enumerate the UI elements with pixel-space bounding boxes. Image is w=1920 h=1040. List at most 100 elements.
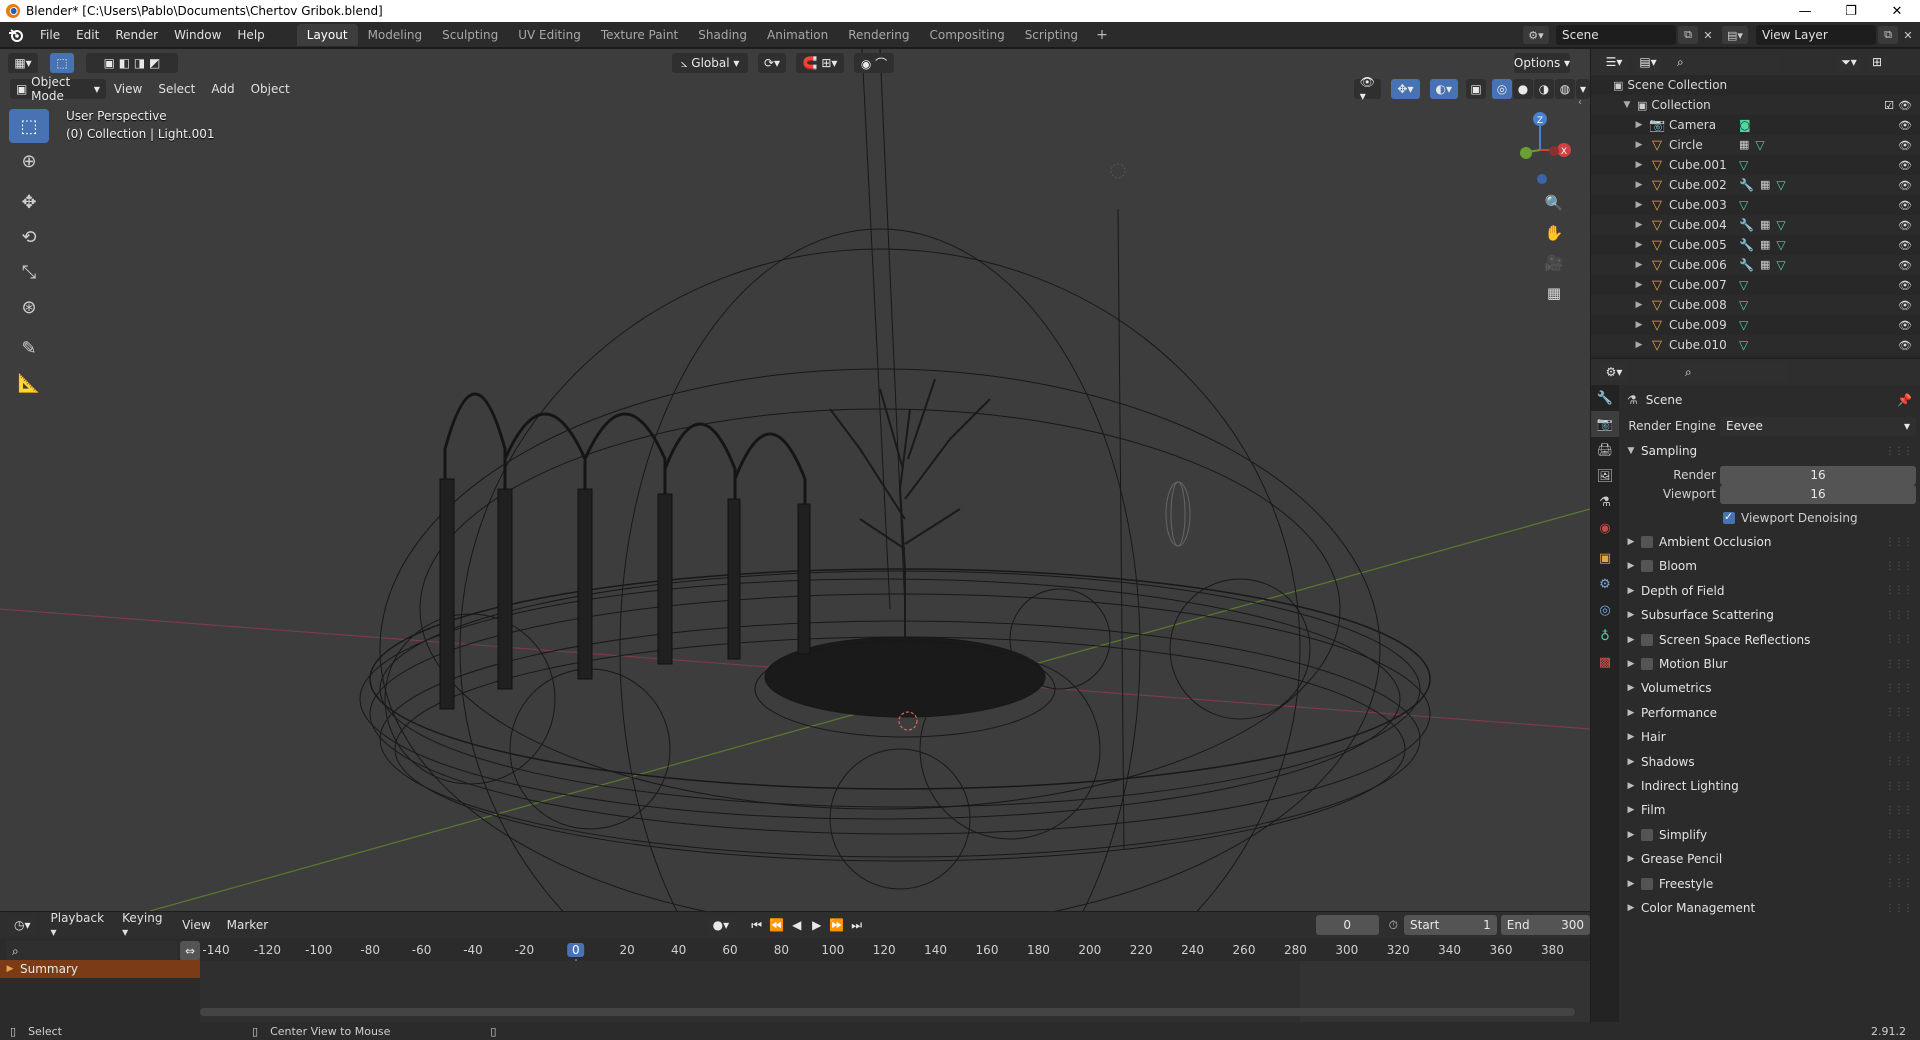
mesh-data-icon[interactable]: ▽ (1739, 198, 1748, 212)
panel-enable-checkbox[interactable] (1641, 828, 1653, 841)
outliner-item[interactable]: ▶ ▽ Cube.007 ▽ 👁 (1591, 275, 1920, 295)
texture-tab-icon[interactable]: ▩ (1591, 649, 1619, 675)
expand-right-icon[interactable]: ▶ (4, 964, 16, 974)
outliner-item[interactable]: ▶ ▽ Cube.009 ▽ 👁 (1591, 315, 1920, 335)
tab-sculpting[interactable]: Sculpting (432, 24, 508, 46)
mesh-data-icon[interactable]: ▽ (1755, 138, 1764, 152)
outliner-item[interactable]: ▶ ▽ Circle ▦ ▽ 👁 (1591, 135, 1920, 155)
pan-hand-icon[interactable]: ✋ (1540, 219, 1568, 247)
mesh-data-icon[interactable]: ▽ (1776, 238, 1785, 252)
wrench-icon[interactable]: 🔧 (1739, 218, 1754, 232)
sampling-panel-header[interactable]: ▼ Sampling ⋮⋮⋮ (1619, 440, 1920, 462)
shading-options-icon[interactable]: ▾ (1576, 79, 1590, 99)
pivot-point-icon[interactable]: ⟳▾ (758, 53, 786, 73)
options-dropdown[interactable]: Options ▾ (1514, 53, 1570, 73)
menu-render[interactable]: Render (107, 25, 166, 45)
eye-icon[interactable]: 👁 (1898, 319, 1912, 332)
drag-grip-icon[interactable]: ⋮⋮⋮ (1885, 829, 1913, 840)
scene-copy-icon[interactable]: ⧉ (1678, 26, 1698, 44)
tab-modeling[interactable]: Modeling (358, 24, 433, 46)
tab-rendering[interactable]: Rendering (838, 24, 919, 46)
minimize-button[interactable]: — (1782, 0, 1828, 22)
ortho-toggle-icon[interactable]: ▦ (1540, 279, 1568, 307)
scene-collection-row[interactable]: ▣ Scene Collection (1591, 75, 1920, 95)
solid-shading-icon[interactable]: ● (1513, 79, 1533, 99)
drag-grip-icon[interactable]: ⋮⋮⋮ (1885, 707, 1913, 718)
expand-right-icon[interactable]: ▶ (1633, 300, 1645, 310)
expand-right-icon[interactable]: ▶ (1633, 260, 1645, 270)
outliner-item[interactable]: ▶ ▽ Cube.006 🔧 ▦ ▽ 👁 (1591, 255, 1920, 275)
tab-texture-paint[interactable]: Texture Paint (591, 24, 688, 46)
menu-marker[interactable]: Marker (219, 918, 276, 932)
transform-tool-icon[interactable]: ⊛ (9, 290, 49, 324)
outliner-item[interactable]: ▶ ▽ Cube.003 ▽ 👁 (1591, 195, 1920, 215)
mesh-data-icon[interactable]: ▽ (1776, 218, 1785, 232)
viewport-samples-field[interactable]: 16 (1720, 484, 1916, 504)
menu-help[interactable]: Help (229, 25, 272, 45)
scene-tab-icon[interactable]: ⚗ (1591, 489, 1619, 515)
modifier-icon[interactable]: ▦ (1760, 258, 1770, 272)
eye-icon[interactable]: 👁 (1898, 119, 1912, 132)
panel-header[interactable]: ▶ Bloom ⋮⋮⋮ (1619, 555, 1920, 577)
mesh-data-icon[interactable]: ▽ (1739, 318, 1748, 332)
viewport-denoising-checkbox[interactable] (1723, 510, 1735, 524)
menu-select[interactable]: Select (150, 82, 203, 96)
drag-grip-icon[interactable]: ⋮⋮⋮ (1885, 446, 1913, 457)
drag-grip-icon[interactable]: ⋮⋮⋮ (1885, 732, 1913, 743)
wireframe-scene[interactable] (0, 49, 1590, 911)
view-layer-delete-icon[interactable]: ✕ (1900, 26, 1916, 44)
mesh-data-icon[interactable]: ▽ (1776, 178, 1785, 192)
summary-channel[interactable]: ▶ Summary (0, 960, 200, 978)
eye-icon[interactable]: 👁 (1898, 219, 1912, 232)
mesh-data-icon[interactable]: ▽ (1739, 158, 1748, 172)
panel-header[interactable]: ▶ Color Management ⋮⋮⋮ (1619, 897, 1920, 919)
drag-grip-icon[interactable]: ⋮⋮⋮ (1885, 537, 1913, 548)
expand-right-icon[interactable]: ▶ (1633, 200, 1645, 210)
scene-browse-icon[interactable]: ⚙▾ (1523, 26, 1549, 44)
new-collection-icon[interactable]: ⊞ (1867, 52, 1887, 72)
material-shading-icon[interactable]: ◑ (1534, 79, 1554, 99)
panel-header[interactable]: ▶ Freestyle ⋮⋮⋮ (1619, 873, 1920, 895)
panel-header[interactable]: ▶ Hair ⋮⋮⋮ (1619, 726, 1920, 748)
drag-grip-icon[interactable]: ⋮⋮⋮ (1885, 756, 1913, 767)
outliner-item[interactable]: ▶ ▽ Cube.008 ▽ 👁 (1591, 295, 1920, 315)
tab-uv-editing[interactable]: UV Editing (508, 24, 591, 46)
panel-header[interactable]: ▶ Ambient Occlusion ⋮⋮⋮ (1619, 531, 1920, 553)
menu-timeline-view[interactable]: View (174, 918, 218, 932)
eye-icon[interactable]: 👁 (1898, 299, 1912, 312)
mesh-data-icon[interactable]: ▽ (1739, 278, 1748, 292)
drag-grip-icon[interactable]: ⋮⋮⋮ (1885, 561, 1913, 572)
cursor-tool-icon[interactable]: ⊕ (9, 144, 49, 178)
drag-grip-icon[interactable]: ⋮⋮⋮ (1885, 903, 1913, 914)
outliner-item[interactable]: ▶ ▽ Cube.002 🔧 ▦ ▽ 👁 (1591, 175, 1920, 195)
menu-add[interactable]: Add (203, 82, 242, 96)
exclude-checkbox-icon[interactable]: ☑ (1884, 99, 1894, 112)
end-frame-field[interactable]: End 300 (1500, 915, 1590, 935)
move-tool-icon[interactable]: ✥ (9, 185, 49, 219)
panel-enable-checkbox[interactable] (1641, 658, 1653, 670)
menu-object[interactable]: Object (243, 82, 298, 96)
tab-animation[interactable]: Animation (757, 24, 838, 46)
camera-data-icon[interactable]: ◙ (1739, 118, 1751, 132)
scene-delete-icon[interactable]: ✕ (1700, 26, 1716, 44)
drag-grip-icon[interactable]: ⋮⋮⋮ (1885, 878, 1913, 889)
filter-icon[interactable]: ⏷▾ (1835, 52, 1863, 72)
render-tab-icon[interactable]: 📷 (1591, 411, 1619, 437)
jump-start-icon[interactable]: ⏮ (748, 915, 766, 935)
outliner-item[interactable]: ▶ ▽ Cube.005 🔧 ▦ ▽ 👁 (1591, 235, 1920, 255)
expand-right-icon[interactable]: ▶ (1633, 280, 1645, 290)
render-samples-field[interactable]: 16 (1720, 465, 1916, 485)
physics-tab-icon[interactable]: ◎ (1591, 597, 1619, 623)
view-layer-tab-icon[interactable]: 🖼 (1591, 463, 1619, 489)
drag-grip-icon[interactable]: ⋮⋮⋮ (1885, 805, 1913, 816)
jump-end-icon[interactable]: ⏭ (848, 915, 866, 935)
panel-header[interactable]: ▶ Motion Blur ⋮⋮⋮ (1619, 653, 1920, 675)
jump-keyframe-forward-icon[interactable]: ⏩ (828, 915, 846, 935)
panel-enable-checkbox[interactable] (1641, 536, 1653, 548)
gizmo-toggle-icon[interactable]: ✥▾ (1391, 79, 1420, 99)
render-engine-dropdown[interactable]: Eevee ▾ (1720, 416, 1916, 436)
play-reverse-icon[interactable]: ◀ (788, 915, 806, 935)
jump-keyframe-back-icon[interactable]: ⏪ (768, 915, 786, 935)
panel-header[interactable]: ▶ Volumetrics ⋮⋮⋮ (1619, 677, 1920, 699)
drag-grip-icon[interactable]: ⋮⋮⋮ (1885, 634, 1913, 645)
